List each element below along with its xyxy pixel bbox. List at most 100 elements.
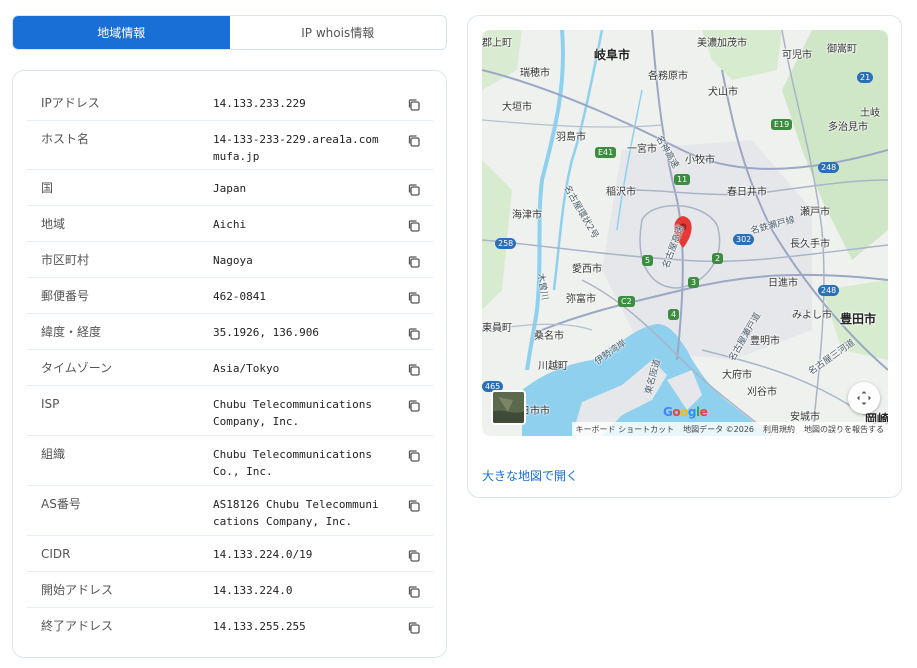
info-row: 国 Japan <box>27 170 433 206</box>
place-label: 土岐 <box>860 108 880 119</box>
info-label: タイムゾーン <box>41 361 113 375</box>
report-error-link[interactable]: 地図の誤りを報告する <box>804 424 884 435</box>
tab-ip-whois[interactable]: IP whois情報 <box>230 16 447 49</box>
route-shield: 248 <box>818 285 840 296</box>
info-value: Chubu Telecommunications Company, Inc. <box>213 398 372 428</box>
copy-icon[interactable] <box>407 448 423 464</box>
info-label: CIDR <box>41 547 71 561</box>
route-shield: 11 <box>674 174 691 185</box>
place-label: 瑞穂市 <box>520 68 550 79</box>
info-value: 14.133.224.0 <box>213 584 293 597</box>
info-value: 462-0841 <box>213 290 266 303</box>
copy-icon[interactable] <box>407 548 423 564</box>
info-row: 終了アドレス 14.133.255.255 <box>27 608 433 644</box>
satellite-view-toggle[interactable] <box>491 390 526 425</box>
info-row: IPアドレス 14.133.233.229 <box>27 85 433 121</box>
info-label: ISP <box>41 397 60 411</box>
map[interactable]: 郡上町 岐阜市 美濃加茂市 可児市 御嵩町 瑞穂市 各務原市 犬山市 大垣市 土岐 多治見市 羽島市一… <box>482 30 888 436</box>
info-label: AS番号 <box>41 497 81 511</box>
info-value: 14.133.233.229 <box>213 97 306 110</box>
place-label: 大垣市 <box>502 102 532 113</box>
place-label: 刈谷市 <box>747 387 777 398</box>
place-label: 一宮市 <box>627 144 657 155</box>
fullscreen-button[interactable] <box>848 382 880 414</box>
info-label: 開始アドレス <box>41 583 114 597</box>
copy-icon[interactable] <box>407 218 423 234</box>
tab-region-info[interactable]: 地域情報 <box>13 16 230 49</box>
info-row: ホスト名 14-133-233-229.area1a.commufa.jp <box>27 121 433 170</box>
place-label: 岐阜市 <box>594 48 631 62</box>
copy-icon[interactable] <box>407 254 423 270</box>
info-label: IPアドレス <box>41 96 100 110</box>
info-label: 市区町村 <box>41 253 90 267</box>
place-label: 羽島市 <box>556 132 586 143</box>
copy-icon[interactable] <box>407 584 423 600</box>
place-label: 豊田市 <box>840 312 877 326</box>
copy-icon[interactable] <box>407 133 423 149</box>
route-shield: C2 <box>618 296 635 307</box>
info-row: AS番号 AS18126 Chubu Telecommunications Com… <box>27 486 433 536</box>
copy-icon[interactable] <box>407 182 423 198</box>
route-shield: 248 <box>818 162 840 173</box>
place-label: 長久手市 <box>790 239 830 250</box>
copy-icon[interactable] <box>407 398 423 414</box>
route-shield: E41 <box>595 147 617 158</box>
map-attribution: キーボード ショートカット 地図データ ©2026 利用規約 地図の誤りを報告す… <box>571 422 888 436</box>
place-label: 各務原市 <box>648 71 688 82</box>
info-row: 市区町村 Nagoya <box>27 242 433 278</box>
info-value: 14.133.224.0/19 <box>213 548 313 561</box>
route-shield: 302 <box>733 234 755 245</box>
route-shield: 258 <box>495 238 517 249</box>
copy-icon[interactable] <box>407 290 423 306</box>
info-value: 35.1926, 136.906 <box>213 326 319 339</box>
info-label: 緯度・経度 <box>41 325 102 339</box>
copy-icon[interactable] <box>407 498 423 514</box>
info-label: 組織 <box>41 447 66 461</box>
place-label: 春日井市 <box>727 187 767 198</box>
info-row: 組織 Chubu Telecommunications Co., Inc. <box>27 436 433 486</box>
place-label: みよし市 <box>792 310 832 321</box>
place-label: 安城市 <box>790 412 820 423</box>
place-label: 御嵩町 <box>827 44 857 55</box>
route-shield: 5 <box>642 255 654 266</box>
route-shield: 4 <box>668 309 680 320</box>
place-label: 犬山市 <box>708 87 738 98</box>
info-label: 終了アドレス <box>41 619 114 633</box>
info-row: 地域 Aichi <box>27 206 433 242</box>
map-data-credit: 地図データ ©2026 <box>683 424 754 434</box>
info-row: 開始アドレス 14.133.224.0 <box>27 572 433 608</box>
copy-icon[interactable] <box>407 362 423 378</box>
info-value: Nagoya <box>213 254 253 267</box>
terms-link[interactable]: 利用規約 <box>763 424 795 435</box>
place-label: 小牧市 <box>685 155 715 166</box>
place-label: 郡上町 <box>482 38 512 49</box>
info-row: タイムゾーン Asia/Tokyo <box>27 350 433 386</box>
route-shield: 3 <box>688 277 700 288</box>
info-label: 郵便番号 <box>41 289 90 303</box>
place-label: 多治見市 <box>828 122 868 133</box>
map-card: 郡上町 岐阜市 美濃加茂市 可児市 御嵩町 瑞穂市 各務原市 犬山市 大垣市 土岐 多治見市 羽島市一… <box>467 15 902 498</box>
tab-bar: 地域情報 IP whois情報 <box>12 15 447 50</box>
info-value: Asia/Tokyo <box>213 362 280 375</box>
place-label: 弥富市 <box>566 294 596 305</box>
place-label: 海津市 <box>512 210 542 221</box>
info-table: IPアドレス 14.133.233.229 ホスト名 14-133-233-229.a… <box>27 85 433 644</box>
copy-icon[interactable] <box>407 97 423 113</box>
copy-icon[interactable] <box>407 620 423 636</box>
copy-icon[interactable] <box>407 326 423 342</box>
keyboard-shortcuts-link[interactable]: キーボード ショートカット <box>576 424 675 435</box>
info-value: Chubu Telecommunications Co., Inc. <box>213 448 372 478</box>
info-row: ISP Chubu Telecommunications Company, Inc… <box>27 386 433 436</box>
google-logo: Google <box>663 405 708 419</box>
place-label: 可児市 <box>782 50 812 61</box>
info-value: Aichi <box>213 218 247 231</box>
info-row: CIDR 14.133.224.0/19 <box>27 536 433 572</box>
info-label: ホスト名 <box>41 132 90 146</box>
place-label: 稲沢市 <box>606 187 636 198</box>
route-shield: E19 <box>771 119 793 130</box>
place-label: 愛西市 <box>572 264 602 275</box>
open-larger-map-link[interactable]: 大きな地図で開く <box>482 467 578 484</box>
place-label: 川越町 <box>538 361 568 372</box>
info-row: 緯度・経度 35.1926, 136.906 <box>27 314 433 350</box>
place-label: 瀬戸市 <box>800 207 830 218</box>
